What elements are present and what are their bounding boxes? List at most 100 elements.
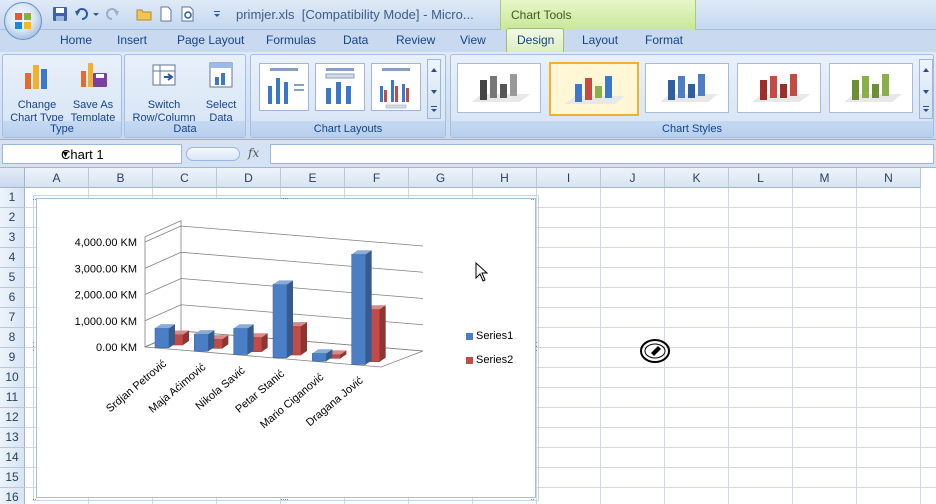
- select-data-button[interactable]: Select Data: [197, 57, 245, 125]
- chart-plot: 0.00 KM 1,000.00 KM 2,000.00 KM 3,000.00 KM…: [75, 220, 424, 431]
- grid-column-line: [600, 188, 601, 504]
- formula-input[interactable]: [270, 144, 934, 164]
- column-header-n[interactable]: N: [857, 168, 921, 188]
- row-header-2[interactable]: 2: [0, 208, 25, 228]
- tab-layout[interactable]: Layout: [582, 33, 618, 47]
- tab-page-layout[interactable]: Page Layout: [177, 33, 244, 47]
- switch-row-column-button[interactable]: Switch Row/Column: [129, 57, 199, 125]
- select-all-corner[interactable]: [0, 168, 25, 188]
- print-preview-icon[interactable]: [180, 6, 196, 22]
- chart-resize-handle-top-left[interactable]: ··: [32, 195, 37, 204]
- bar-series1-0: [154, 327, 170, 349]
- row-header-15[interactable]: 15: [0, 468, 25, 488]
- row-header-14[interactable]: 14: [0, 448, 25, 468]
- change-chart-type-label-1: Change: [17, 99, 57, 111]
- chart-style-colorful-selected[interactable]: [549, 62, 639, 116]
- formula-bar: Chart 1 ▼ fx: [0, 140, 936, 168]
- chart-resize-handle-bottom-right[interactable]: ··: [530, 495, 535, 504]
- column-header-g[interactable]: G: [409, 168, 473, 188]
- column-header-k[interactable]: K: [665, 168, 729, 188]
- chart-style-blue[interactable]: [645, 63, 729, 113]
- y-axis-tick-label: 1,000.00 KM: [75, 316, 137, 328]
- row-header-4[interactable]: 4: [0, 248, 25, 268]
- undo-dropdown-icon[interactable]: [92, 6, 100, 22]
- chart-layouts-group: Chart Layouts: [250, 54, 446, 138]
- column-header-l[interactable]: L: [729, 168, 793, 188]
- chart-layout-2[interactable]: [315, 63, 365, 111]
- switch-row-column-icon: [152, 64, 176, 86]
- chart-layout-3[interactable]: [371, 63, 421, 111]
- row-header-5[interactable]: 5: [0, 268, 25, 288]
- grid-column-line: [920, 188, 921, 504]
- title-bar: primjer.xls [Compatibility Mode] - Micro…: [0, 0, 936, 30]
- chart-area[interactable]: 0.00 KM 1,000.00 KM 2,000.00 KM 3,000.00 KM…: [36, 198, 536, 498]
- chart-resize-handle-left[interactable]: · · ·: [32, 338, 36, 355]
- tab-design[interactable]: Design: [517, 33, 554, 47]
- undo-icon[interactable]: [74, 6, 90, 22]
- chart-style-green[interactable]: [829, 63, 913, 113]
- tab-review[interactable]: Review: [396, 33, 435, 47]
- row-header-1[interactable]: 1: [0, 188, 25, 208]
- bar-side-series2-3: [301, 322, 307, 356]
- tab-formulas[interactable]: Formulas: [266, 33, 316, 47]
- chart-style-green-icon: [844, 74, 902, 102]
- column-header-m[interactable]: M: [793, 168, 857, 188]
- save-as-template-button[interactable]: Save As Template: [65, 57, 121, 125]
- chart-resize-handle-right[interactable]: · · ·: [535, 338, 539, 355]
- tab-view[interactable]: View: [460, 33, 486, 47]
- row-header-8[interactable]: 8: [0, 328, 25, 348]
- chart-resize-handle-top-right[interactable]: ··: [530, 195, 535, 204]
- chart-styles-group-label: Chart Styles: [451, 121, 933, 137]
- type-group-label: Type: [3, 121, 121, 137]
- chart-layout-1[interactable]: [259, 63, 309, 111]
- row-header-11[interactable]: 11: [0, 388, 25, 408]
- column-header-j[interactable]: J: [601, 168, 665, 188]
- chart-resize-handle-bottom[interactable]: ····: [280, 495, 289, 504]
- change-chart-type-button[interactable]: Change Chart Type: [7, 57, 67, 125]
- chart-resize-handle-bottom-left[interactable]: ··: [32, 495, 37, 504]
- chart-style-gray[interactable]: [457, 63, 541, 113]
- tab-data[interactable]: Data: [343, 33, 368, 47]
- name-box[interactable]: Chart 1 ▼: [2, 144, 182, 164]
- new-document-icon[interactable]: [158, 6, 174, 22]
- customize-qat-icon[interactable]: [212, 6, 222, 22]
- row-header-12[interactable]: 12: [0, 408, 25, 428]
- chart-style-red[interactable]: [737, 63, 821, 113]
- row-header-7[interactable]: 7: [0, 308, 25, 328]
- column-header-a[interactable]: A: [25, 168, 89, 188]
- office-button[interactable]: [4, 2, 42, 40]
- formula-bar-resize-handle[interactable]: [186, 147, 240, 161]
- tab-insert[interactable]: Insert: [117, 33, 147, 47]
- row-header-10[interactable]: 10: [0, 368, 25, 388]
- chart-gridline: [144, 251, 424, 273]
- column-header-f[interactable]: F: [345, 168, 409, 188]
- row-header-13[interactable]: 13: [0, 428, 25, 448]
- bar-series1-1: [194, 333, 209, 352]
- column-header-h[interactable]: H: [473, 168, 537, 188]
- layouts-gallery-scroll[interactable]: [427, 59, 441, 119]
- redo-icon[interactable]: [104, 6, 120, 22]
- file-name: primjer.xls: [236, 7, 295, 22]
- styles-gallery-scroll[interactable]: [919, 59, 933, 119]
- row-header-16[interactable]: 16: [0, 488, 25, 504]
- column-header-d[interactable]: D: [217, 168, 281, 188]
- select-data-label-1: Select: [205, 99, 237, 111]
- save-icon[interactable]: [52, 6, 68, 22]
- styles-gallery-scroll-arrows-icon: [923, 68, 929, 112]
- y-axis-tick-label: 4,000.00 KM: [75, 237, 137, 249]
- row-header-6[interactable]: 6: [0, 288, 25, 308]
- row-header-3[interactable]: 3: [0, 228, 25, 248]
- tab-format[interactable]: Format: [645, 33, 683, 47]
- bar-series1-2: [233, 328, 248, 355]
- chart-style-gray-icon: [472, 74, 530, 102]
- row-header-9[interactable]: 9: [0, 348, 25, 368]
- open-folder-icon[interactable]: [136, 6, 152, 22]
- column-header-e[interactable]: E: [281, 168, 345, 188]
- insert-function-icon[interactable]: fx: [248, 146, 259, 160]
- name-box-dropdown-icon[interactable]: ▼: [61, 149, 177, 159]
- column-header-c[interactable]: C: [153, 168, 217, 188]
- chart-resize-handle-top[interactable]: ····: [280, 194, 289, 203]
- column-header-i[interactable]: I: [537, 168, 601, 188]
- column-header-b[interactable]: B: [89, 168, 153, 188]
- tab-home[interactable]: Home: [60, 33, 92, 47]
